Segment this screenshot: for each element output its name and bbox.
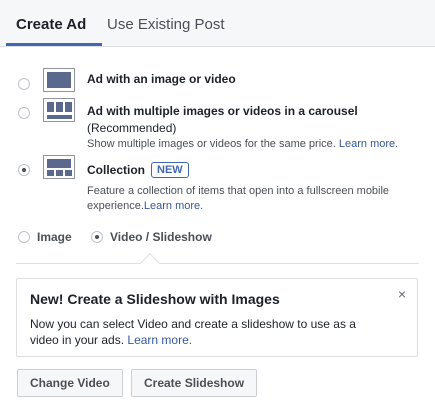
divider-pointer — [140, 253, 160, 273]
tab-bar: Create Ad Use Existing Post — [0, 0, 435, 47]
collection-icon — [43, 155, 75, 179]
new-badge: NEW — [151, 162, 189, 178]
option-carousel-title[interactable]: Ad with multiple images or videos in a c… — [87, 104, 358, 119]
callout-body: Now you can select Video and create a sl… — [30, 316, 390, 348]
option-collection-description-line2: experience. — [87, 200, 144, 212]
option-carousel-description: Show multiple images or videos for the s… — [87, 137, 407, 152]
single-image-icon — [43, 68, 75, 92]
collection-learn-more-link[interactable]: Learn more. — [144, 200, 203, 212]
active-tab-indicator — [6, 43, 102, 46]
radio-carousel[interactable] — [18, 107, 30, 119]
callout-body-line2: video in your ads. — [30, 333, 125, 347]
option-collection-description: Feature a collection of items that open … — [87, 184, 407, 214]
tab-use-existing-post[interactable]: Use Existing Post — [107, 16, 225, 34]
option-collection-title[interactable]: Collection — [87, 163, 145, 178]
radio-video-slideshow-format[interactable] — [91, 231, 103, 243]
radio-image-format[interactable] — [18, 231, 30, 243]
section-divider — [16, 263, 419, 264]
create-slideshow-button[interactable]: Create Slideshow — [131, 369, 258, 397]
tab-create-ad[interactable]: Create Ad — [16, 16, 86, 34]
option-single-image-title[interactable]: Ad with an image or video — [87, 72, 236, 87]
option-carousel-recommended: (Recommended) — [87, 121, 177, 135]
option-carousel-description-text: Show multiple images or videos for the s… — [87, 138, 336, 150]
callout-title: New! Create a Slideshow with Images — [30, 291, 280, 307]
radio-collection[interactable] — [18, 164, 30, 176]
video-slideshow-format-label[interactable]: Video / Slideshow — [110, 230, 212, 245]
close-icon[interactable]: × — [398, 286, 406, 302]
carousel-learn-more-link[interactable]: Learn more. — [339, 138, 398, 150]
change-video-button[interactable]: Change Video — [17, 369, 123, 397]
image-format-label[interactable]: Image — [37, 230, 72, 245]
option-collection-description-line1: Feature a collection of items that open … — [87, 185, 390, 197]
slideshow-callout: New! Create a Slideshow with Images × No… — [16, 278, 418, 357]
callout-learn-more-link[interactable]: Learn more. — [127, 333, 192, 347]
callout-body-line1: Now you can select Video and create a sl… — [30, 317, 356, 331]
carousel-icon — [43, 98, 75, 122]
radio-single-image[interactable] — [18, 78, 30, 90]
